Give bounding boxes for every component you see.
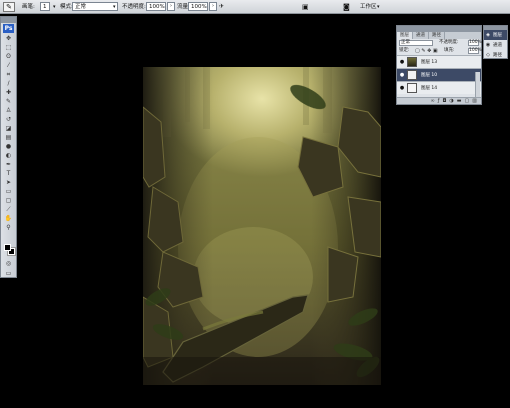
layer-opacity-input[interactable]: 100%: [468, 40, 482, 46]
eye-icon[interactable]: ●: [399, 82, 405, 95]
workspace-label[interactable]: 工作区: [360, 2, 377, 12]
eraser-tool-icon[interactable]: ◪: [1, 124, 16, 133]
layer-thumbnail: [407, 57, 417, 67]
trash-icon[interactable]: ▥: [472, 98, 477, 104]
pen-tool-icon[interactable]: ✒: [1, 160, 16, 169]
history-brush-tool-icon[interactable]: ↺: [1, 115, 16, 124]
gradient-tool-icon[interactable]: ▤: [1, 133, 16, 142]
mode-label: 模式:: [60, 4, 73, 10]
quick-mask-icon[interactable]: ◎: [1, 259, 16, 268]
opacity-label: 不透明度:: [122, 4, 146, 10]
tab-channels[interactable]: 通道: [413, 32, 429, 39]
tab-layers[interactable]: 图层: [397, 32, 413, 39]
path-selection-tool-icon[interactable]: ➤: [1, 178, 16, 187]
mode-select[interactable]: 正常: [72, 2, 118, 11]
dock-item-channels[interactable]: ◉ 通道: [484, 40, 507, 50]
chevron-down-icon[interactable]: ▾: [113, 2, 116, 12]
dock-item-label: 路径: [493, 53, 502, 58]
collapsed-panel-dock: ◈ 图层 ◉ 通道 ◇ 路径: [483, 25, 508, 59]
tools-panel: Ps ✥ ⬚ ʘ ⁄ ⌗ ∕ ✚ ✎ ♙ ↺ ◪ ▤ ● ◐ ✒ T ➤ ▭ ▢…: [0, 16, 17, 278]
dock-item-label: 图层: [493, 33, 502, 38]
blend-row: 正常 不透明度: 100%: [397, 39, 482, 47]
camera-icon[interactable]: ◙: [343, 2, 350, 12]
layer-opacity-label: 不透明度:: [439, 40, 459, 45]
zoom-tool-icon[interactable]: ⚲: [1, 223, 16, 232]
panel-tabs: 图层 通道 路径: [397, 32, 481, 39]
fill-label: 填充:: [444, 48, 455, 53]
paths-icon: ◇: [486, 52, 490, 58]
type-tool-icon[interactable]: T: [1, 169, 16, 178]
document-canvas[interactable]: [143, 67, 381, 385]
dock-item-paths[interactable]: ◇ 路径: [484, 50, 507, 60]
photoshop-window: ✎ 画笔: 1 ▾ 模式: 正常 ▾ 不透明度: 100% › 流量: 100%…: [0, 0, 510, 408]
opacity-slider-button[interactable]: ›: [167, 2, 175, 11]
layers-bottom-bar: ∞ ƒ ◘ ◑ ▬ ▢ ▥: [397, 97, 481, 104]
foreground-color-swatch[interactable]: [4, 244, 11, 251]
layers-panel: 图层 通道 路径 正常 不透明度: 100% 锁定: ▢ ✎ ✥ ▣ 填充: 1…: [396, 25, 482, 105]
fill-input[interactable]: 100%: [468, 48, 482, 54]
notes-tool-icon[interactable]: ▢: [1, 196, 16, 205]
lock-label: 锁定:: [399, 48, 410, 53]
dock-item-label: 通道: [493, 43, 502, 48]
brush-icon[interactable]: ✎: [3, 2, 15, 12]
lasso-tool-icon[interactable]: ʘ: [1, 52, 16, 61]
shape-tool-icon[interactable]: ▭: [1, 187, 16, 196]
layers-icon: ◈: [486, 32, 490, 38]
screen-mode-icon[interactable]: ▭: [1, 269, 16, 278]
hand-tool-icon[interactable]: ✋: [1, 214, 16, 223]
link-icon[interactable]: ∞: [431, 98, 435, 104]
flow-input[interactable]: 100%: [188, 2, 208, 11]
folder-icon[interactable]: ▬: [457, 98, 462, 104]
panel-grip[interactable]: [1, 17, 16, 23]
new-layer-icon[interactable]: ▢: [465, 98, 470, 104]
marquee-tool-icon[interactable]: ⬚: [1, 43, 16, 52]
airbrush-icon[interactable]: ✈: [219, 2, 224, 12]
lock-row: 锁定: ▢ ✎ ✥ ▣ 填充: 100%: [397, 47, 482, 55]
brush-label: 画笔:: [22, 4, 35, 10]
slice-tool-icon[interactable]: ∕: [1, 79, 16, 88]
opacity-input[interactable]: 100%: [146, 2, 166, 11]
lock-icons[interactable]: ▢ ✎ ✥ ▣: [415, 47, 438, 55]
layers-scrollbar[interactable]: [475, 72, 480, 99]
ps-badge[interactable]: Ps: [3, 24, 14, 33]
eyedropper-tool-icon[interactable]: ⟋: [1, 205, 16, 214]
dodge-tool-icon[interactable]: ◐: [1, 151, 16, 160]
blend-mode-select[interactable]: 正常: [399, 40, 433, 46]
fx-icon[interactable]: ƒ: [438, 98, 440, 104]
clone-stamp-tool-icon[interactable]: ♙: [1, 106, 16, 115]
layer-row[interactable]: ● 图层 14: [397, 81, 481, 94]
channels-icon: ◉: [485, 42, 491, 48]
adjustment-icon[interactable]: ◑: [449, 98, 453, 104]
crop-tool-icon[interactable]: ⌗: [1, 70, 16, 79]
tab-paths[interactable]: 路径: [429, 32, 445, 39]
move-tool-icon[interactable]: ✥: [1, 34, 16, 43]
chevron-down-icon[interactable]: ▾: [53, 2, 56, 12]
options-bar: ✎ 画笔: 1 ▾ 模式: 正常 ▾ 不透明度: 100% › 流量: 100%…: [0, 0, 510, 14]
flow-slider-button[interactable]: ›: [209, 2, 217, 11]
layer-thumbnail: [407, 70, 417, 80]
forest-path-painting: [143, 67, 381, 385]
chevron-down-icon[interactable]: ▾: [377, 2, 380, 12]
healing-brush-tool-icon[interactable]: ✚: [1, 88, 16, 97]
layer-row-selected[interactable]: ● 图层 10: [397, 68, 481, 81]
dock-item-layers[interactable]: ◈ 图层: [484, 30, 507, 40]
brush-tool-icon[interactable]: ✎: [1, 97, 16, 106]
brush-size-picker[interactable]: 1: [40, 2, 50, 11]
blur-tool-icon[interactable]: ●: [1, 142, 16, 151]
magic-wand-tool-icon[interactable]: ⁄: [1, 61, 16, 70]
mask-icon[interactable]: ◘: [442, 98, 446, 104]
tool-presets-icon[interactable]: ▣: [302, 2, 309, 12]
layer-thumbnail: [407, 83, 417, 93]
layer-name: 图层 14: [421, 86, 438, 91]
layer-row[interactable]: ● 图层 13: [397, 55, 481, 68]
